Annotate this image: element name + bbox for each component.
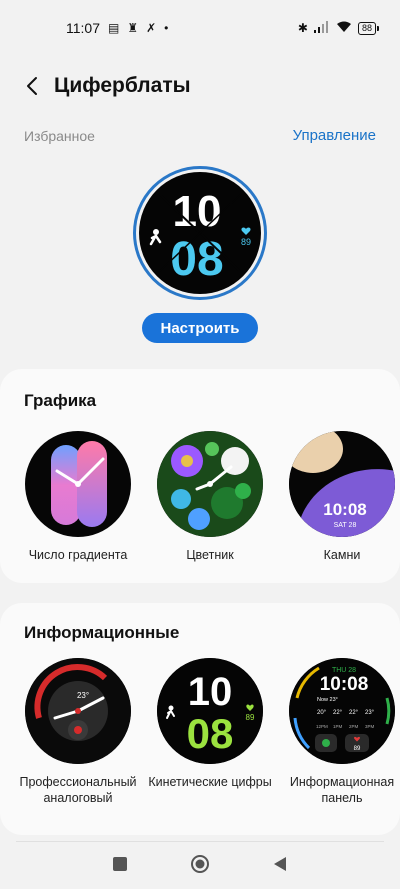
info-panel-label: Информационная панель (289, 775, 395, 805)
pro-analog-face-graphic: 23° (25, 658, 131, 764)
app-icon: ✗ (146, 21, 157, 35)
watch-tile-kinetic-digits[interactable]: 10 08 89 Кинетические цифры (148, 658, 272, 790)
watch-tile-gradient[interactable]: Число градиента (16, 431, 140, 563)
favorites-label: Избранное (24, 128, 95, 144)
kinetic-hour: 10 (188, 670, 233, 714)
kinetic-digits-face-preview: 10 08 89 (157, 658, 263, 764)
panel-temp-3: 22° (349, 710, 359, 716)
recents-button[interactable] (100, 844, 140, 884)
notification-icon: ▤ (108, 21, 120, 35)
kinetic-minute: 08 (187, 710, 234, 757)
app-header: Циферблаты (0, 66, 400, 106)
watch-face-graphic: 10 08 89 (149, 187, 251, 286)
info-panel-face-preview: THU 28 10:08 Now 23° 20° 22° 22° 23° 12P… (289, 658, 395, 764)
info-panel-face-graphic: THU 28 10:08 Now 23° 20° 22° 22° 23° 12P… (289, 658, 395, 764)
info-section: Информационные 23° Профессиональный анал… (0, 603, 400, 835)
panel-heart-rate: 89 (354, 746, 361, 752)
panel-now: Now 23° (317, 697, 338, 703)
panel-temp-2: 22° (333, 710, 343, 716)
watch-tile-pro-analog[interactable]: 23° Профессиональный аналоговый (16, 658, 140, 806)
heart-icon (241, 227, 251, 235)
square-icon (113, 857, 127, 871)
system-nav-bar (0, 839, 400, 889)
graphics-section: Графика Число градиента Цветник 10:08 SA… (0, 369, 400, 583)
page-title: Циферблаты (54, 74, 191, 97)
circle-icon (191, 855, 209, 873)
back-nav-button[interactable] (260, 844, 300, 884)
panel-temp-1: 20° (317, 710, 327, 716)
triangle-back-icon (274, 857, 286, 871)
pro-analog-temp: 23° (77, 691, 89, 700)
gradient-face-preview (25, 431, 131, 537)
panel-temp-4: 23° (365, 710, 375, 716)
pro-analog-face-preview: 23° (25, 658, 131, 764)
fav-minute: 08 (170, 233, 223, 286)
stones-date: SAT 28 (334, 522, 357, 529)
panel-hour-3: 2PM (349, 724, 359, 729)
customize-button[interactable]: Настроить (142, 313, 258, 343)
watch-tile-info-panel[interactable]: THU 28 10:08 Now 23° 20° 22° 22° 23° 12P… (280, 658, 400, 806)
dot-icon: • (164, 21, 169, 35)
graphics-title: Графика (24, 391, 97, 410)
status-time: 11:07 (66, 20, 100, 36)
pro-analog-label: Профессиональный аналоговый (19, 775, 137, 805)
fav-heart-rate: 89 (241, 237, 251, 247)
panel-hour-1: 12PM (316, 724, 328, 729)
kinetic-heart-rate: 89 (246, 713, 255, 722)
battery-icon: 88 (357, 21, 380, 35)
panel-time: 10:08 (320, 674, 369, 695)
info-title: Информационные (24, 623, 180, 642)
kinetic-digits-face-graphic: 10 08 89 (157, 658, 263, 764)
back-button[interactable] (20, 66, 44, 106)
panel-hour-2: 1PM (333, 724, 343, 729)
flowerbed-face-graphic (157, 431, 263, 537)
status-bar: 11:07 ▤ ♜ ✗ • ✱ 88 (0, 0, 400, 56)
panel-day: THU 28 (332, 667, 356, 674)
home-button[interactable] (180, 844, 220, 884)
panel-bike-icon (322, 739, 330, 747)
back-arrow-icon (27, 77, 37, 95)
bluetooth-icon: ✱ (297, 21, 308, 35)
pin-icon: ♜ (127, 21, 139, 35)
panel-hour-4: 3PM (365, 724, 375, 729)
gradient-face-label: Число градиента (28, 548, 128, 562)
signal-icon (313, 20, 330, 36)
flowerbed-face-label: Цветник (186, 548, 234, 562)
favorite-watch-face[interactable]: 10 08 89 (133, 166, 267, 300)
manage-link[interactable]: Управление (293, 127, 376, 144)
watch-tile-stones[interactable]: 10:08 SAT 28 Камни (280, 431, 400, 563)
flowerbed-face-preview (157, 431, 263, 537)
fav-hour: 10 (173, 187, 222, 236)
wifi-icon (336, 21, 352, 36)
stones-face-graphic: 10:08 SAT 28 (289, 431, 395, 537)
stones-face-preview: 10:08 SAT 28 (289, 431, 395, 537)
stones-face-label: Камни (323, 548, 361, 562)
watch-face-kinetic-blue: 10 08 89 (139, 172, 261, 294)
gradient-face-graphic (51, 441, 107, 527)
kinetic-digits-label: Кинетические цифры (148, 775, 272, 789)
runner-icon (149, 229, 162, 246)
watch-tile-flowerbed[interactable]: Цветник (148, 431, 272, 563)
stones-time: 10:08 (323, 500, 366, 519)
